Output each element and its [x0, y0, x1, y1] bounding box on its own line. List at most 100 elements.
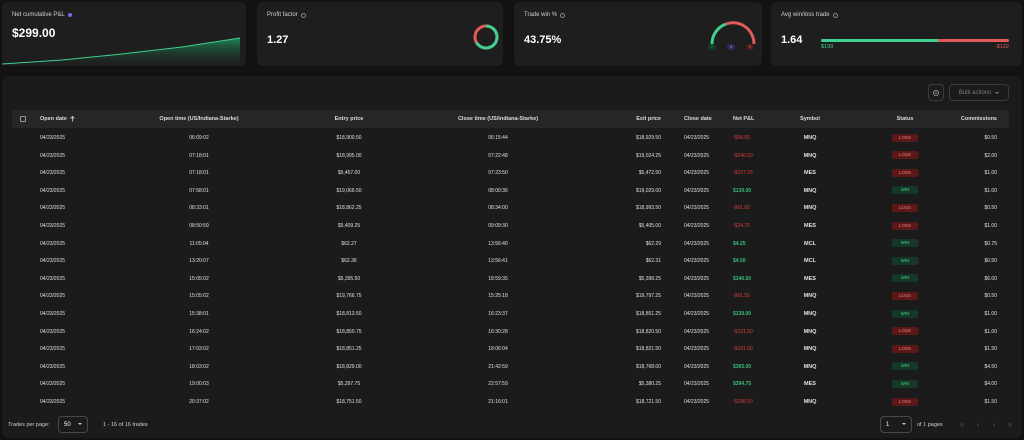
- status-badge: WIN: [892, 380, 918, 389]
- cell-symbol: MES: [804, 223, 816, 229]
- cell-close-time: 07:22:48: [488, 152, 508, 159]
- cell-net-pnl: $346.50: [733, 275, 752, 282]
- cell-status: LOSS: [892, 394, 918, 412]
- page-select[interactable]: 1: [880, 416, 912, 433]
- per-page-value: 50: [64, 421, 71, 428]
- cell-close-date: 04/23/2025: [684, 399, 710, 405]
- column-header-symbol[interactable]: Symbol: [800, 110, 820, 128]
- cell-open-date: 04/23/2025: [40, 328, 66, 335]
- cell-net-pnl: -$157.25: [733, 170, 753, 177]
- cell-open-time: 15:05:02: [189, 275, 209, 282]
- status-badge: LOSS: [892, 292, 918, 301]
- profit-factor-value: 1.27: [267, 34, 289, 46]
- cell-symbol: MNQ: [803, 328, 817, 335]
- status-badge: LOSS: [892, 221, 918, 230]
- cell-status: LOSS: [892, 324, 918, 342]
- cell-open-time: 15:38:01: [189, 311, 209, 317]
- info-icon[interactable]: [300, 12, 306, 18]
- cell-commissions: $6.00: [984, 275, 997, 282]
- cell-commissions: $1.00: [984, 223, 997, 229]
- bulk-actions-button[interactable]: Bulk actions: [949, 84, 1009, 101]
- column-header-status[interactable]: Status: [897, 110, 914, 128]
- cell-open-date: 04/23/2025: [40, 258, 66, 265]
- select-all-checkbox[interactable]: [20, 116, 26, 122]
- table-row[interactable]: 04/23/2025 13:20:07 $62.36 13:56:41 $62.31 04…: [12, 253, 1009, 271]
- table-row[interactable]: 04/23/2025 15:05:02 $5,395.50 18:59:35 $5,39…: [12, 271, 1009, 289]
- table-row[interactable]: 04/23/2025 07:58:01 $19,066.50 08:00:36 $19,…: [12, 183, 1009, 201]
- cell-net-pnl: $139.00: [733, 187, 752, 194]
- column-header-open-time[interactable]: Open time (US/Indiana-Starke): [159, 110, 238, 128]
- bulk-actions-label: Bulk actions: [958, 89, 992, 96]
- net-pnl-card: Net cumulative P&L $299.00: [2, 2, 246, 66]
- table-row[interactable]: 04/23/2025 17:03:02 $18,851.25 18:06:04 $18,…: [12, 341, 1009, 359]
- table-row[interactable]: 04/23/2025 15:05:02 $19,766.75 15:25:18 $19,…: [12, 288, 1009, 306]
- status-badge: WIN: [892, 186, 918, 195]
- cell-net-pnl: -$188.00: [733, 399, 753, 405]
- cell-entry-price: $18,862.25: [336, 205, 362, 212]
- column-header-open-date[interactable]: Open date: [40, 110, 76, 128]
- column-header-close-time[interactable]: Close time (US/Indiana-Starke): [458, 110, 538, 128]
- table-row[interactable]: 04/23/2025 07:18:01 $5,457.00 07:23:50 $5,47…: [12, 165, 1009, 183]
- chevron-down-icon: [995, 91, 1000, 94]
- cell-close-time: 21:42:59: [488, 363, 508, 370]
- table-row[interactable]: 04/23/2025 19:00:03 $5,397.75 22:57:59 $5,38…: [12, 376, 1009, 394]
- cell-open-time: 16:24:02: [189, 328, 209, 335]
- table-row[interactable]: 04/23/2025 16:24:02 $18,850.75 16:30:28 $18,…: [12, 324, 1009, 342]
- per-page-label: Trades per page:: [8, 422, 50, 428]
- per-page-select[interactable]: 50: [58, 416, 88, 433]
- cell-exit-price: $5,472.50: [638, 170, 661, 177]
- status-badge: WIN: [892, 256, 918, 265]
- cell-close-time: 15:25:18: [488, 293, 508, 300]
- cell-exit-price: $19,024.25: [635, 152, 661, 159]
- table-row[interactable]: 04/23/2025 08:33:01 $18,862.25 08:34:00 $18,…: [12, 200, 1009, 218]
- column-header-net-pnl[interactable]: Net P&L: [733, 110, 754, 128]
- cell-open-date: 04/23/2025: [40, 275, 66, 282]
- neutral-count-badge: 0: [727, 44, 735, 50]
- next-page-button[interactable]: ›: [987, 416, 1001, 433]
- cell-commissions: $0.75: [984, 240, 997, 247]
- win-count-badge: 7: [708, 44, 716, 50]
- cell-open-time: 07:18:01: [189, 152, 209, 159]
- cell-open-time: 06:09:02: [189, 135, 209, 141]
- cell-entry-price: $62.27: [341, 240, 357, 247]
- chevron-down-icon: [78, 423, 82, 425]
- cell-commissions: $4.50: [984, 363, 997, 370]
- table-row[interactable]: 04/23/2025 20:37:02 $18,751.50 21:16:01 $18,…: [12, 394, 1009, 412]
- cell-exit-price: $19,797.25: [635, 293, 661, 300]
- first-page-button[interactable]: «: [955, 416, 969, 433]
- prev-page-button[interactable]: ‹: [971, 416, 985, 433]
- info-icon[interactable]: [560, 12, 566, 18]
- cell-status: LOSS: [892, 288, 918, 306]
- cell-close-time: 06:15:44: [488, 135, 508, 141]
- avg-win-loss-value: 1.64: [781, 34, 803, 46]
- cell-exit-price: $62.29: [645, 240, 661, 247]
- table-row[interactable]: 04/23/2025 06:09:02 $18,900.50 06:15:44 $18,…: [12, 130, 1009, 148]
- column-header-entry-price[interactable]: Entry price: [335, 110, 364, 128]
- cell-status: LOSS: [892, 130, 918, 148]
- column-header-close-date[interactable]: Close date: [684, 110, 712, 128]
- avg-win-amount: $199: [821, 44, 834, 50]
- settings-button[interactable]: [928, 84, 944, 101]
- cell-close-date: 04/23/2025: [684, 363, 710, 370]
- cell-status: LOSS: [892, 148, 918, 166]
- cell-close-date: 04/23/2025: [684, 205, 710, 212]
- column-header-exit-price[interactable]: Exit price: [636, 110, 661, 128]
- cell-symbol: MNQ: [803, 152, 817, 159]
- status-badge: LOSS: [892, 168, 918, 177]
- trades-panel: Bulk actions Open date Open time (US/Ind…: [2, 76, 1022, 438]
- cell-close-date: 04/23/2025: [684, 258, 710, 265]
- cell-status: WIN: [892, 271, 918, 289]
- table-row[interactable]: 04/23/2025 11:05:04 $62.27 13:56:40 $62.29 04…: [12, 236, 1009, 254]
- cell-close-time: 13:56:41: [488, 258, 508, 265]
- info-icon[interactable]: [832, 12, 838, 18]
- table-row[interactable]: 04/23/2025 18:03:02 $18,829.00 21:42:59 $18,…: [12, 359, 1009, 377]
- cell-commissions: $2.00: [984, 152, 997, 159]
- table-row[interactable]: 04/23/2025 08:50:59 $5,409.25 09:09:30 $5,40…: [12, 218, 1009, 236]
- table-row[interactable]: 04/23/2025 15:38:01 $18,813.50 16:23:37 $18,…: [12, 306, 1009, 324]
- last-page-button[interactable]: »: [1003, 416, 1017, 433]
- cell-close-date: 04/23/2025: [684, 187, 710, 194]
- column-header-commissions[interactable]: Commissions: [961, 110, 997, 128]
- cell-close-time: 22:57:59: [488, 381, 508, 388]
- table-row[interactable]: 04/23/2025 07:18:01 $18,995.00 07:22:48 $19,…: [12, 148, 1009, 166]
- cell-commissions: $1.00: [984, 170, 997, 177]
